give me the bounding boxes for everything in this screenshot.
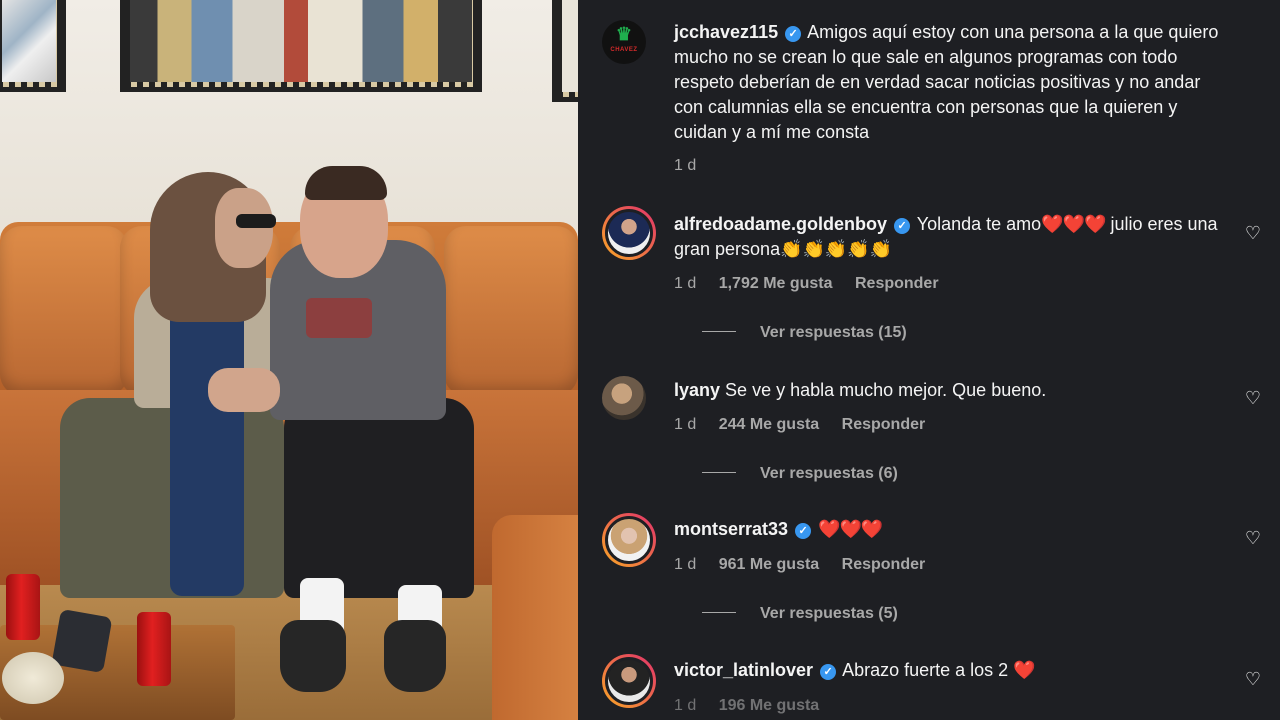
comment-meta: 1 d 244 Me gusta Responder xyxy=(674,416,943,434)
clap-emoji: 👏👏👏👏👏 xyxy=(780,239,893,259)
verified-badge-icon: ✓ xyxy=(785,26,802,42)
heart-emoji: ❤️❤️❤️ xyxy=(1041,214,1106,234)
comment-time: 1 d xyxy=(674,556,697,573)
woman-face xyxy=(215,188,273,268)
caption-text: jcchavez115 ✓ Amigos aquí estoy con una … xyxy=(674,20,1234,145)
like-count[interactable]: 244 Me gusta xyxy=(719,416,819,433)
comment-time: 1 d xyxy=(674,697,697,714)
reply-button[interactable]: Responder xyxy=(842,556,926,573)
view-replies-button[interactable]: Ver respuestas (6) xyxy=(702,465,898,483)
sofa-cushion xyxy=(444,226,578,396)
divider xyxy=(702,612,736,613)
heart-emoji: ❤️ xyxy=(1013,660,1035,680)
verified-badge-icon: ✓ xyxy=(820,664,837,680)
sandal-left xyxy=(280,620,346,692)
commenter-avatar[interactable] xyxy=(602,206,656,260)
sandal-right xyxy=(384,620,446,692)
like-count[interactable]: 961 Me gusta xyxy=(719,556,819,573)
commenter-username[interactable]: lyany xyxy=(674,380,720,400)
wall-art-left xyxy=(0,0,66,92)
commenter-username[interactable]: alfredoadame.goldenboy xyxy=(674,214,887,234)
like-heart-icon[interactable]: ♡ xyxy=(1244,529,1262,547)
comment-meta: 1 d 961 Me gusta Responder xyxy=(674,556,943,574)
woman-scarf xyxy=(170,276,244,596)
hoodie-print xyxy=(306,298,372,338)
comment-body: Se ve y habla mucho mejor. Que bueno. xyxy=(725,380,1047,400)
post-caption: ♛ CHAVEZ jcchavez115 ✓ Amigos aquí estoy … xyxy=(602,18,1262,188)
crown-icon: ♛ CHAVEZ xyxy=(610,24,638,53)
comment-text: victor_latinlover ✓ Abrazo fuerte a los … xyxy=(674,658,1234,683)
divider xyxy=(702,331,736,332)
comment-item: victor_latinlover ✓ Abrazo fuerte a los … xyxy=(602,654,1262,720)
comment-text: montserrat33 ✓ ❤️❤️❤️ xyxy=(674,517,1234,542)
comment-item: lyany Se ve y habla mucho mejor. Que bue… xyxy=(602,374,1262,494)
view-replies-label: Ver respuestas (6) xyxy=(760,465,898,482)
wall-art-right xyxy=(552,0,578,102)
sofa-cushion xyxy=(0,226,128,396)
reply-button[interactable]: Responder xyxy=(842,416,926,433)
wall-art-center xyxy=(120,0,482,92)
view-replies-button[interactable]: Ver respuestas (5) xyxy=(702,605,898,623)
phone-on-table xyxy=(51,608,113,674)
verified-badge-icon: ✓ xyxy=(795,523,812,539)
woman-glasses xyxy=(236,214,276,228)
sofa-arm xyxy=(492,515,578,720)
heart-emoji: ❤️❤️❤️ xyxy=(818,519,883,539)
like-heart-icon[interactable]: ♡ xyxy=(1244,389,1262,407)
like-count[interactable]: 196 Me gusta xyxy=(719,697,819,714)
holding-hands xyxy=(208,368,280,412)
comment-time: 1 d xyxy=(674,416,697,433)
commenter-username[interactable]: montserrat33 xyxy=(674,519,788,539)
comments-panel[interactable]: ♛ CHAVEZ jcchavez115 ✓ Amigos aquí estoy … xyxy=(578,0,1280,720)
caption-meta: 1 d xyxy=(674,157,714,175)
author-username[interactable]: jcchavez115 xyxy=(674,22,778,42)
comment-meta: 1 d 1,792 Me gusta Responder xyxy=(674,275,957,293)
post-photo[interactable] xyxy=(0,0,578,720)
comment-item: alfredoadame.goldenboy ✓ Yolanda te amo❤… xyxy=(602,206,1262,346)
divider xyxy=(702,472,736,473)
soda-can xyxy=(6,574,40,640)
view-replies-label: Ver respuestas (5) xyxy=(760,605,898,622)
like-heart-icon[interactable]: ♡ xyxy=(1244,670,1262,688)
commenter-avatar[interactable] xyxy=(602,513,656,567)
like-count[interactable]: 1,792 Me gusta xyxy=(719,275,833,292)
comment-text: lyany Se ve y habla mucho mejor. Que bue… xyxy=(674,378,1234,403)
comment-body: Abrazo fuerte a los 2 xyxy=(842,660,1014,680)
comment-body: Yolanda te amo xyxy=(916,214,1042,234)
verified-badge-icon: ✓ xyxy=(894,218,911,234)
comment-meta: 1 d 196 Me gusta xyxy=(674,697,837,715)
commenter-avatar[interactable] xyxy=(602,376,646,420)
comment-time: 1 d xyxy=(674,275,697,292)
author-avatar[interactable]: ♛ CHAVEZ xyxy=(602,20,646,64)
comment-text: alfredoadame.goldenboy ✓ Yolanda te amo❤… xyxy=(674,212,1234,262)
caption-time: 1 d xyxy=(674,157,697,174)
comment-item: montserrat33 ✓ ❤️❤️❤️ ♡ 1 d 961 Me gusta… xyxy=(602,513,1262,633)
soda-can xyxy=(137,612,171,686)
man-hair xyxy=(305,166,387,200)
reply-button[interactable]: Responder xyxy=(855,275,939,292)
view-replies-button[interactable]: Ver respuestas (15) xyxy=(702,324,907,342)
bowl xyxy=(2,652,64,704)
view-replies-label: Ver respuestas (15) xyxy=(760,324,907,341)
commenter-avatar[interactable] xyxy=(602,654,656,708)
man-legs xyxy=(284,398,474,598)
like-heart-icon[interactable]: ♡ xyxy=(1244,224,1262,242)
commenter-username[interactable]: victor_latinlover xyxy=(674,660,813,680)
